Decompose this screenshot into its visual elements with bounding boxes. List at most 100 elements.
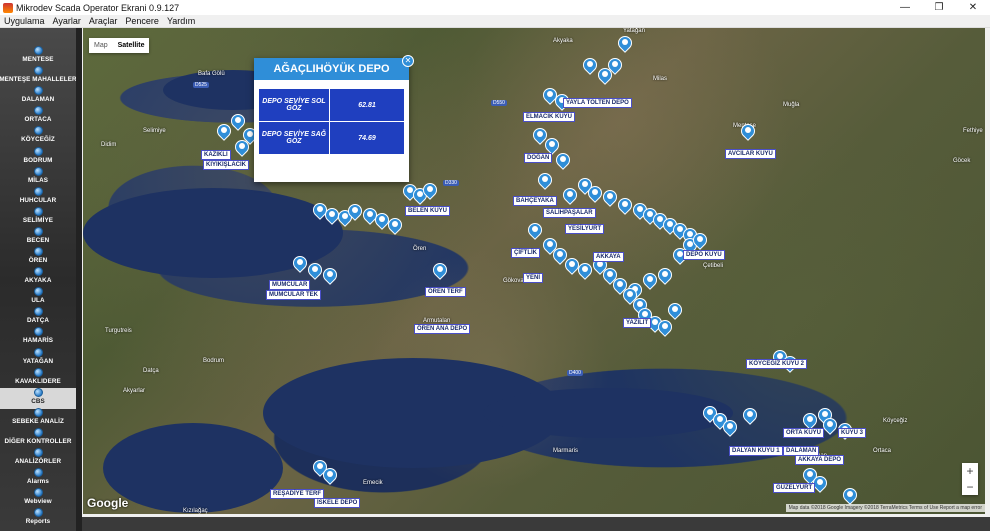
sidebar-item[interactable]: BECEN [0,226,76,248]
station-marker-icon[interactable] [430,260,450,281]
station-label[interactable]: KAZIKLI [201,150,231,160]
station-label[interactable]: YAZILIT [623,318,652,328]
station-marker-icon[interactable] [690,230,710,251]
station-label[interactable]: ELMACIK KUYU [523,112,575,122]
station-marker-icon[interactable] [575,260,595,281]
station-label[interactable]: BELEN KUYU [405,206,451,216]
sidebar-item[interactable]: ÖREN [0,247,76,268]
station-label[interactable]: YESİLYURT [565,224,605,234]
station-marker-icon[interactable] [385,215,405,236]
sidebar-item[interactable]: KAVAKLIDERE [0,367,76,389]
station-marker-icon[interactable] [655,317,675,338]
sidebar-scrollbar[interactable] [76,28,82,531]
map-type-satellite[interactable]: Satellite [113,38,150,53]
sidebar-item[interactable]: DATÇA [0,307,76,328]
station-marker-icon[interactable] [580,55,600,76]
menu-pencere[interactable]: Pencere [121,16,163,26]
close-button[interactable]: ✕ [956,2,990,13]
map-type-map[interactable]: Map [89,38,113,53]
station-marker-icon[interactable] [740,405,760,426]
maximize-button[interactable]: ❐ [922,2,956,13]
marker-dot [807,416,813,422]
map-view[interactable]: Map Satellite Bafa Gölü Selimiye Didim Akya… [83,28,985,514]
station-marker-icon[interactable] [525,220,545,241]
menu-yardim[interactable]: Yardım [163,16,199,26]
station-marker-icon[interactable] [738,121,758,142]
station-marker-icon[interactable] [600,187,620,208]
menu-uygulama[interactable]: Uygulama [0,16,49,26]
station-label[interactable]: İSKELE DEPO [314,498,361,508]
station-marker-icon[interactable] [214,121,234,142]
station-marker-icon[interactable] [320,265,340,286]
minimize-button[interactable]: — [888,2,922,13]
station-label[interactable]: DEPO KUYU [683,250,725,260]
sidebar-item[interactable]: Webview [0,488,76,509]
sidebar-item[interactable]: HAMARİS [0,327,76,348]
sidebar-item[interactable]: MİLAS [0,166,76,188]
station-marker-icon[interactable] [372,210,392,231]
map-attribution[interactable]: Map data ©2018 Google Imagery ©2018 Terr… [785,504,985,512]
station-label[interactable]: AKKAYA DEPO [795,455,845,465]
sidebar-item[interactable]: SEBEKE ANALİZ [0,407,76,429]
station-label[interactable]: MUMCULAR TEK [266,290,321,300]
station-label[interactable]: AKKAYA [593,252,624,262]
station-marker-icon[interactable] [655,265,675,286]
station-marker-icon[interactable] [720,417,740,438]
station-label[interactable]: SALİHPAŞALAR [543,208,596,218]
station-marker-icon[interactable] [560,185,580,206]
sidebar-item[interactable]: ULA [0,287,76,308]
station-label[interactable]: AVCILAR KUYU [725,149,776,159]
zoom-in-button[interactable]: + [962,463,978,479]
station-marker-icon[interactable] [553,150,573,171]
sidebar-item[interactable]: Reports [0,508,76,529]
station-label[interactable]: ORTA KUYU [783,428,824,438]
sidebar-item[interactable]: KÖYCEĞİZ [0,126,76,147]
station-label[interactable]: YAYLA TOLTEN DEPO [563,98,632,108]
station-marker-icon[interactable] [615,195,635,216]
station-label[interactable]: MUMCULAR [269,280,311,290]
menu-araclar[interactable]: Araçlar [85,16,122,26]
station-label[interactable]: ÖREN TERF [425,287,466,297]
sidebar-item[interactable]: MENTESE [0,46,76,67]
zoom-out-button[interactable]: − [962,479,978,495]
station-label[interactable]: KUYU 3 [838,428,867,438]
station-label[interactable]: ÖREN ANA DEPO [414,324,471,334]
popup-close-icon[interactable]: ✕ [402,55,414,67]
sidebar-item[interactable]: ORTACA [0,106,76,127]
station-marker-icon[interactable] [665,300,685,321]
sidebar-item[interactable]: HUHCULAR [0,186,76,208]
sidebar-item[interactable]: MENTEŞE MAHALLELER [0,66,77,87]
station-label[interactable]: ÇİFTLİK [511,248,540,258]
sidebar-item[interactable]: YATAĞAN [0,347,76,369]
station-label[interactable]: DOĞAN [524,153,553,163]
station-label[interactable]: DALYAN KUYU 1 [729,446,783,456]
station-marker-icon[interactable] [305,260,325,281]
station-marker-icon[interactable] [615,33,635,54]
station-marker-icon[interactable] [420,180,440,201]
station-label[interactable]: GÜZELYURT [773,483,816,493]
station-icon [33,86,43,96]
sidebar-item[interactable]: SELİMİYE [0,206,76,228]
station-marker-icon[interactable] [605,55,625,76]
menu-ayarlar[interactable]: Ayarlar [49,16,85,26]
sidebar-item[interactable]: DALAMAN [0,86,76,107]
station-marker-icon[interactable] [232,137,252,158]
sidebar-item[interactable]: DİĞER KONTROLLER [0,427,76,449]
station-marker-icon[interactable] [345,201,365,222]
station-marker-icon[interactable] [640,270,660,291]
sidebar-item[interactable]: ANALİZÖRLER [0,448,76,469]
station-marker-icon[interactable] [535,170,555,191]
sidebar-item[interactable]: Alarms [0,468,76,489]
sidebar-item[interactable]: CBS [0,387,76,409]
station-marker-icon[interactable] [585,183,605,204]
station-marker-icon[interactable] [320,465,340,486]
station-marker-icon[interactable] [562,255,582,276]
sidebar-item[interactable]: AKYAKA [0,267,76,288]
station-label[interactable]: KIYIKIŞLACIK [203,160,250,170]
station-label[interactable]: YENİ [523,273,544,283]
station-marker-icon[interactable] [290,253,310,274]
station-label[interactable]: BAHÇEYAKA [513,196,557,206]
sidebar-item[interactable]: BODRUM [0,146,76,168]
station-marker-icon[interactable] [820,415,840,436]
station-label[interactable]: KÖYCEĞİZ KUYU 2 [746,359,808,369]
